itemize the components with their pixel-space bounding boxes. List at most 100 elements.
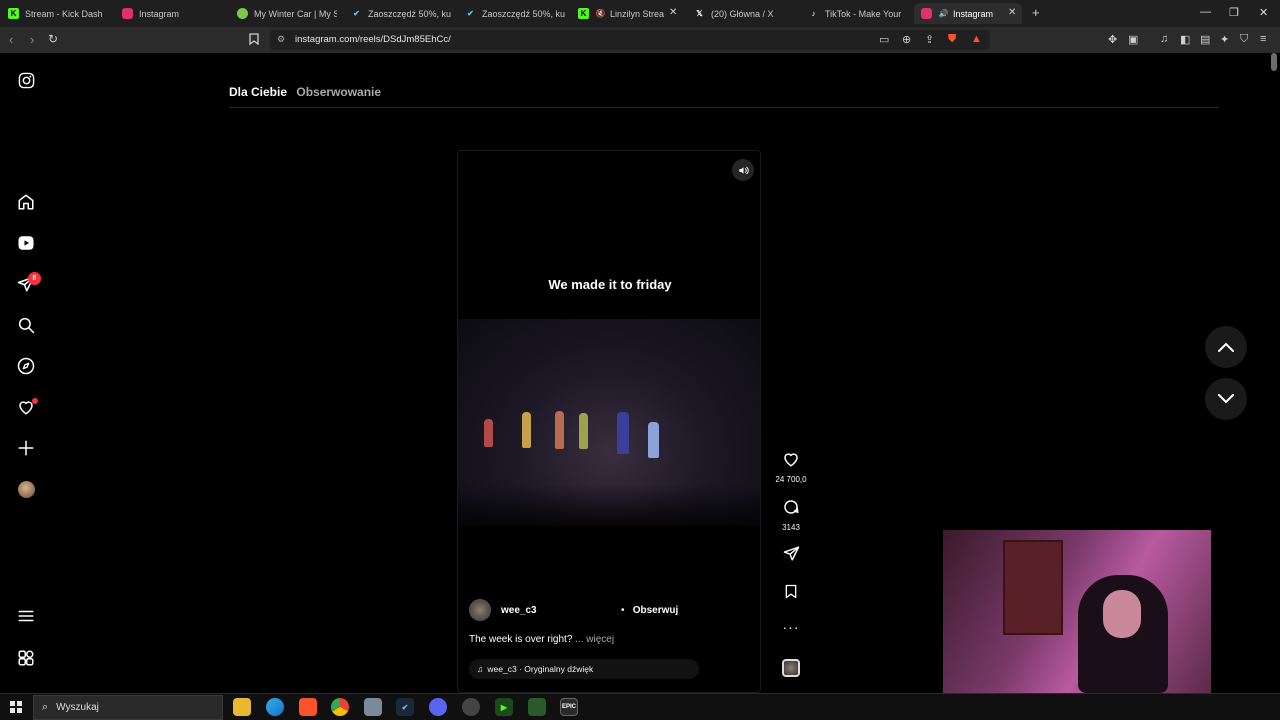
game-icon: [237, 8, 248, 19]
url-text: instagram.com/reels/DSdJm85EhCc/: [295, 34, 451, 45]
browser-tab-active[interactable]: 🔊 Instagram: [914, 3, 1022, 24]
chevron-up-icon: [1218, 342, 1234, 352]
edge-icon[interactable]: [266, 698, 284, 716]
share-action[interactable]: [770, 545, 812, 567]
tab-label: TikTok - Make Your Da: [825, 8, 904, 19]
menu-icon[interactable]: ≡: [1260, 33, 1266, 45]
like-heart-icon[interactable]: [782, 450, 800, 468]
next-reel-button[interactable]: [1205, 378, 1247, 420]
audience-silhouette: [458, 484, 760, 526]
extensions-icon[interactable]: ✥: [1108, 33, 1117, 46]
browser-tab[interactable]: My Winter Car | My Su: [237, 3, 337, 24]
page-scrollbar[interactable]: [1271, 53, 1277, 71]
also-from-meta-icon[interactable]: [14, 646, 38, 670]
browser-tab[interactable]: Instagram: [122, 3, 222, 24]
more-link[interactable]: ... więcej: [575, 634, 614, 645]
app-icon[interactable]: [364, 698, 382, 716]
create-icon[interactable]: [14, 436, 38, 460]
new-tab-icon[interactable]: +: [1032, 5, 1040, 20]
performer-figure: [648, 422, 659, 458]
profile-avatar[interactable]: [14, 477, 38, 501]
discord-icon[interactable]: [429, 698, 447, 716]
muted-icon: 🔇: [595, 9, 606, 18]
brave-icon[interactable]: [299, 698, 317, 716]
previous-reel-button[interactable]: [1205, 326, 1247, 368]
music-note-icon: ♫: [477, 664, 484, 674]
comment-count: 3143: [782, 523, 800, 532]
bookmark-save-icon[interactable]: [783, 583, 799, 600]
more-options-icon[interactable]: ···: [770, 619, 812, 635]
reel-player[interactable]: We made it to friday wee_c3 • Obserwuj T…: [457, 150, 761, 693]
comment-action[interactable]: 3143: [770, 498, 812, 532]
reel-description: The week is over right? ... więcej: [469, 634, 614, 645]
leo-ai-icon[interactable]: ✦: [1220, 33, 1229, 46]
reel-username[interactable]: wee_c3: [501, 605, 537, 616]
explore-icon[interactable]: [14, 354, 38, 378]
vpn-icon[interactable]: ⛉: [1240, 33, 1248, 46]
more-menu-icon[interactable]: [14, 604, 38, 628]
browser-tab[interactable]: ✔ Zaoszczędź 50%, kupu: [351, 3, 451, 24]
zoom-icon[interactable]: ⊕: [902, 33, 911, 46]
reels-icon[interactable]: [14, 231, 38, 255]
reel-overlay-text: We made it to friday: [548, 277, 672, 292]
back-icon[interactable]: ‹: [9, 32, 13, 47]
tab-search-icon[interactable]: ▣: [1128, 33, 1138, 46]
chrome-icon[interactable]: [331, 698, 349, 716]
x-icon: 𝕏: [696, 9, 703, 18]
like-action[interactable]: 24 700,0: [770, 450, 812, 484]
sidebar-toggle-icon[interactable]: ◧: [1180, 33, 1190, 46]
tab-label: Linzilyn Stream: [610, 8, 664, 19]
media-icon[interactable]: ♫: [1160, 33, 1168, 45]
close-tab-icon[interactable]: ✕: [669, 7, 677, 18]
tab-following[interactable]: Obserwowanie: [296, 85, 381, 99]
minimize-icon[interactable]: —: [1200, 6, 1211, 18]
epic-games-icon[interactable]: EPIC: [560, 698, 578, 716]
performer-figure: [484, 419, 493, 447]
save-action[interactable]: [770, 583, 812, 605]
close-tab-icon[interactable]: ✕: [1008, 7, 1016, 18]
app-icon[interactable]: [528, 698, 546, 716]
webcam-overlay: [943, 530, 1211, 693]
browser-toolbar: ‹ › ↻ ⚙ instagram.com/reels/DSdJm85EhCc/…: [0, 27, 1280, 53]
messages-badge: 8: [28, 272, 41, 285]
wallet-icon[interactable]: ▤: [1200, 33, 1210, 46]
reel-description-text: The week is over right?: [469, 634, 573, 645]
share-paper-plane-icon[interactable]: [783, 545, 800, 562]
cast-icon[interactable]: ▭: [879, 33, 889, 46]
address-bar[interactable]: ⚙ instagram.com/reels/DSdJm85EhCc/ ▭ ⊕ ⇪…: [270, 30, 990, 50]
tab-for-you[interactable]: Dla Ciebie: [229, 85, 287, 99]
browser-tab[interactable]: ♪ TikTok - Make Your Da: [808, 3, 905, 24]
bookmark-icon[interactable]: [249, 33, 259, 48]
steam-icon[interactable]: ✔: [396, 698, 414, 716]
home-icon[interactable]: [14, 190, 38, 214]
instagram-icon: [122, 8, 133, 19]
taskbar-search[interactable]: ⌕ Wyszukaj: [33, 695, 223, 720]
sound-toggle-button[interactable]: [732, 159, 754, 181]
comment-icon[interactable]: [782, 498, 800, 516]
browser-tab[interactable]: ✔ Zaoszczędź 50%, kupu: [465, 3, 565, 24]
reel-video-frame: [458, 319, 760, 526]
site-settings-icon[interactable]: ⚙: [277, 34, 285, 45]
browser-tab[interactable]: 𝕏 (20) Główna / X: [694, 3, 794, 24]
browser-tab[interactable]: K 🔇 Linzilyn Stream: [578, 3, 664, 24]
brave-rewards-icon[interactable]: ▲: [971, 33, 982, 45]
reel-audio-link[interactable]: ♫ wee_c3 · Oryginalny dźwięk: [469, 659, 699, 679]
instagram-logo-icon[interactable]: [14, 68, 38, 92]
file-explorer-icon[interactable]: [233, 698, 251, 716]
audio-cover-thumbnail[interactable]: [770, 659, 812, 682]
browser-tab-strip: K Stream - Kick Dash Instagram My Winter…: [0, 0, 1280, 27]
brave-shield-icon[interactable]: ⛊: [948, 33, 956, 46]
app-icon[interactable]: [462, 698, 480, 716]
forward-icon[interactable]: ›: [30, 32, 34, 47]
reload-icon[interactable]: ↻: [48, 32, 58, 46]
share-icon[interactable]: ⇪: [925, 33, 934, 46]
reel-author-avatar[interactable]: [469, 599, 491, 621]
follow-button[interactable]: Obserwuj: [627, 599, 684, 621]
close-window-icon[interactable]: ✕: [1259, 6, 1268, 19]
browser-tab[interactable]: K Stream - Kick Dash: [8, 3, 108, 24]
search-icon[interactable]: [14, 313, 38, 337]
restore-icon[interactable]: ❐: [1229, 6, 1239, 19]
launcher-icon[interactable]: ▶: [495, 698, 513, 716]
feed-tabs: Dla Ciebie Obserwowanie: [229, 85, 381, 99]
windows-start-icon[interactable]: [10, 701, 22, 713]
